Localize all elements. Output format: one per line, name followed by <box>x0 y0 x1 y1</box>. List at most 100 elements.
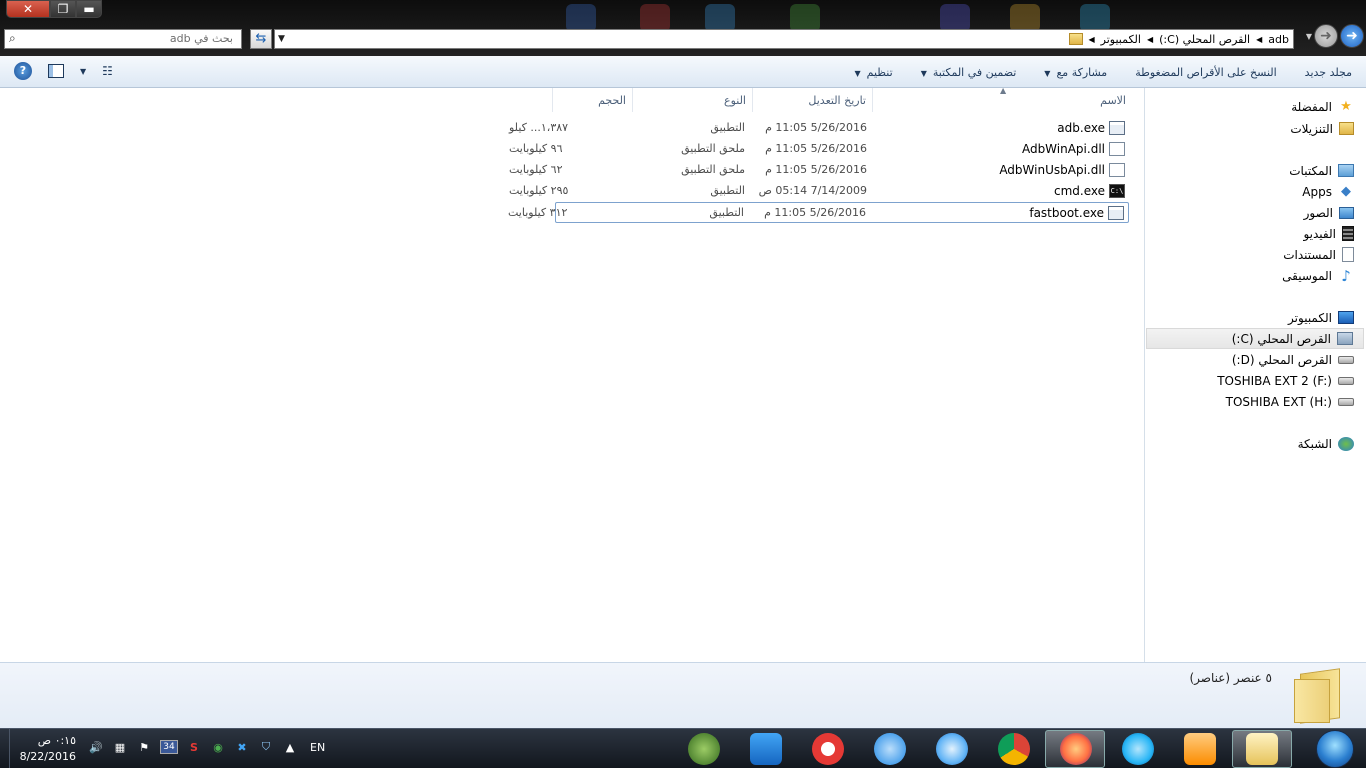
nav-drive-c[interactable]: القرص المحلي (C:) <box>1146 328 1364 349</box>
chrome-icon[interactable] <box>998 733 1030 765</box>
tray-tool-icon[interactable]: ✖ <box>234 739 250 755</box>
nav-apps[interactable]: ◆ Apps <box>1302 181 1354 202</box>
file-size: ٢٩٥ كيلوبايت <box>509 184 569 197</box>
file-type: التطبيق <box>710 121 745 134</box>
nav-drive-f[interactable]: TOSHIBA EXT 2 (F:) <box>1217 370 1354 391</box>
background-app-icon <box>1010 4 1040 32</box>
close-button[interactable]: ✕ <box>6 0 50 18</box>
show-hidden-icons-icon[interactable]: ▲ <box>282 739 298 755</box>
search-input[interactable]: بحث في adb ⌕ <box>4 29 242 49</box>
volume-icon[interactable]: 🔊 <box>88 739 104 755</box>
system-tray: 🔊 ▦ ⚑ 34 S ◉ ✖ ⛉ ▲ <box>88 739 298 755</box>
nav-libraries[interactable]: المكتبات <box>1289 160 1354 181</box>
nav-drive-d[interactable]: القرص المحلي (D:) <box>1232 349 1354 370</box>
hard-drive-icon <box>1338 376 1354 385</box>
item-count: ٥ عنصر (عناصر) <box>1189 671 1272 685</box>
maxthon-icon[interactable] <box>750 733 782 765</box>
breadcrumb-adb[interactable]: adb <box>1268 33 1289 46</box>
burn-button[interactable]: النسخ على الأقراص المضغوطة <box>1135 66 1276 79</box>
command-list: تنظيم ▼ تضمين في المكتبة ▼ مشاركة مع ▼ النس… <box>854 56 1352 88</box>
breadcrumb-drive-c[interactable]: القرص المحلي (C:) <box>1159 33 1250 46</box>
breadcrumb-computer[interactable]: الكمبيوتر <box>1101 33 1141 46</box>
nav-computer[interactable]: الكمبيوتر <box>1288 307 1354 328</box>
minimize-button[interactable]: ▬ <box>76 0 102 18</box>
action-center-icon[interactable]: ⚑ <box>136 739 152 755</box>
chevron-icon[interactable]: ◀ <box>1147 35 1153 44</box>
windows-explorer-icon[interactable] <box>1246 733 1278 765</box>
details-pane: ٥ عنصر (عناصر) <box>0 662 1366 728</box>
network-status-icon[interactable]: ▦ <box>112 739 128 755</box>
nav-label: المفضلة <box>1291 99 1332 114</box>
utorrent-icon[interactable] <box>688 733 720 765</box>
file-type: التطبيق <box>710 184 745 197</box>
show-desktop-button[interactable] <box>0 729 10 768</box>
document-icon <box>1342 247 1354 262</box>
clock-time: ٠:١٥ ص <box>37 734 76 747</box>
arrow-left-icon: ➜ <box>1320 28 1332 44</box>
refresh-button[interactable]: ⇆ <box>250 29 272 49</box>
tray-globe-icon[interactable]: ◉ <box>210 739 226 755</box>
hard-drive-icon <box>1338 355 1354 364</box>
network-icon <box>1338 436 1354 451</box>
safari-icon[interactable] <box>936 733 968 765</box>
nav-downloads[interactable]: التنزيلات <box>1290 118 1354 139</box>
arrow-right-icon: ➜ <box>1346 28 1358 44</box>
back-button[interactable]: ➜ <box>1340 24 1364 48</box>
table-row[interactable]: AdbWinApi.dll 5/26/2016 11:05 م ملحق الت… <box>509 139 1129 160</box>
clock[interactable]: ٠:١٥ ص 8/22/2016 <box>14 733 76 765</box>
nav-drive-h[interactable]: TOSHIBA EXT (H:) <box>1226 391 1354 412</box>
help-icon[interactable]: ? <box>14 62 32 80</box>
tray-counter-badge[interactable]: 34 <box>160 740 178 754</box>
video-icon <box>1342 226 1354 241</box>
column-header-size[interactable]: الحجم <box>552 88 632 112</box>
nav-favorites[interactable]: ★ المفضلة <box>1291 96 1354 117</box>
chevron-icon[interactable]: ◀ <box>1256 35 1262 44</box>
nav-music[interactable]: ♪ الموسيقى <box>1282 265 1354 286</box>
new-folder-button[interactable]: مجلد جديد <box>1305 66 1352 79</box>
table-row[interactable]: adb.exe 5/26/2016 11:05 م التطبيق ١،٣٨٧.… <box>509 118 1129 139</box>
nav-documents[interactable]: المستندات <box>1283 244 1354 265</box>
nav-label: القرص المحلي (C:) <box>1231 331 1331 346</box>
title-bar: ✕ ❐ ▬ بحث في adb ⌕ ⇆ ▼ ◀ الكمبيوتر ◀ الق… <box>0 0 1366 56</box>
language-indicator[interactable]: EN <box>310 741 325 754</box>
address-history-dropdown-icon[interactable]: ▼ <box>278 30 285 48</box>
nav-network[interactable]: الشبكة <box>1298 433 1354 454</box>
file-name: cmd.exe <box>1053 184 1105 198</box>
table-row[interactable]: AdbWinUsbApi.dll 5/26/2016 11:05 م ملحق … <box>509 160 1129 181</box>
recent-pages-dropdown-icon[interactable]: ▼ <box>1306 32 1312 41</box>
command-bar: ? ▼ ☷ تنظيم ▼ تضمين في المكتبة ▼ مشاركة مع… <box>0 56 1366 88</box>
breadcrumb: ◀ الكمبيوتر ◀ القرص المحلي (C:) ◀ adb <box>1068 30 1289 48</box>
table-row[interactable]: C:\ cmd.exe 7/14/2009 05:14 ص التطبيق ٢٩… <box>509 181 1129 202</box>
forward-button[interactable]: ➜ <box>1314 24 1338 48</box>
view-dropdown-icon[interactable]: ▼ <box>80 67 86 76</box>
preview-pane-icon[interactable] <box>48 64 64 78</box>
change-view-icon[interactable]: ☷ <box>102 64 113 78</box>
nav-label: TOSHIBA EXT (H:) <box>1225 394 1332 409</box>
opera-icon[interactable] <box>812 733 844 765</box>
chevron-icon[interactable]: ◀ <box>1089 35 1095 44</box>
nav-pictures[interactable]: الصور <box>1304 202 1354 223</box>
start-button[interactable] <box>1316 730 1354 768</box>
file-name: AdbWinApi.dll <box>1021 142 1105 156</box>
maximize-button[interactable]: ❐ <box>50 0 76 18</box>
nav-label: المستندات <box>1283 247 1336 262</box>
table-row[interactable]: fastboot.exe 5/26/2016 11:05 م التطبيق ٣… <box>508 202 1129 223</box>
include-in-library-button[interactable]: تضمين في المكتبة ▼ <box>921 66 1017 79</box>
organize-button[interactable]: تنظيم ▼ <box>854 66 892 79</box>
search-placeholder: بحث في adb <box>169 32 233 45</box>
tray-s-icon[interactable]: S <box>186 739 202 755</box>
search-icon[interactable]: ⌕ <box>9 31 16 46</box>
internet-explorer-icon[interactable] <box>1122 733 1154 765</box>
file-type: ملحق التطبيق <box>681 163 745 176</box>
share-with-button[interactable]: مشاركة مع ▼ <box>1044 66 1107 79</box>
organize-label: تنظيم <box>866 65 893 79</box>
browser-icon[interactable] <box>874 733 906 765</box>
nav-label: التنزيلات <box>1290 121 1333 136</box>
address-bar[interactable]: ▼ ◀ الكمبيوتر ◀ القرص المحلي (C:) ◀ adb <box>274 29 1294 49</box>
firefox-icon[interactable] <box>1060 733 1092 765</box>
column-header-date[interactable]: تاريخ التعديل <box>752 88 872 112</box>
column-header-type[interactable]: النوع <box>632 88 752 112</box>
media-player-icon[interactable] <box>1184 733 1216 765</box>
nav-videos[interactable]: الفيديو <box>1303 223 1354 244</box>
shield-icon[interactable]: ⛉ <box>258 739 274 755</box>
